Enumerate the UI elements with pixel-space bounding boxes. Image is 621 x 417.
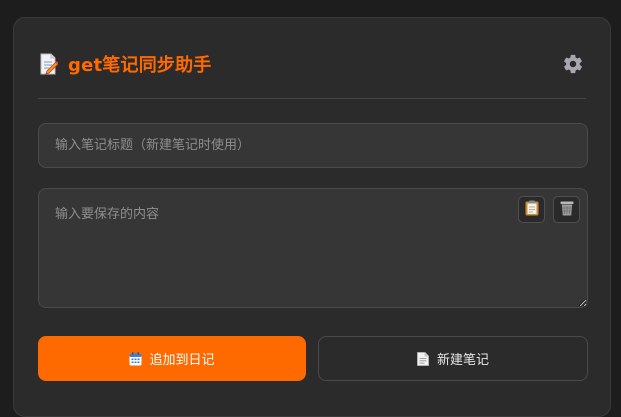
append-to-diary-button[interactable]: 追加到日记: [38, 336, 306, 381]
new-note-label: 新建笔记: [436, 353, 489, 368]
memo-icon: [38, 53, 59, 75]
calendar-icon: [129, 351, 142, 366]
clear-button[interactable]: [553, 196, 580, 223]
header-divider: [38, 98, 586, 99]
append-to-diary-label: 追加到日记: [149, 353, 215, 368]
clipboard-icon: [525, 200, 539, 220]
app-title: get笔记同步助手: [68, 55, 212, 76]
wastebasket-icon: [560, 200, 574, 220]
sync-panel: get笔记同步助手 输入笔记标题（新建笔记时使用） 输入要保存的内容 追加到日记…: [13, 17, 611, 417]
note-title-input[interactable]: [38, 123, 588, 168]
paste-button[interactable]: [518, 196, 545, 223]
gear-icon[interactable]: [562, 53, 584, 75]
note-content-input[interactable]: [38, 188, 588, 308]
panel-header: get笔记同步助手: [38, 48, 586, 80]
content-area: [38, 188, 588, 308]
new-note-button[interactable]: 新建笔记: [318, 336, 588, 381]
document-icon: [417, 351, 430, 366]
